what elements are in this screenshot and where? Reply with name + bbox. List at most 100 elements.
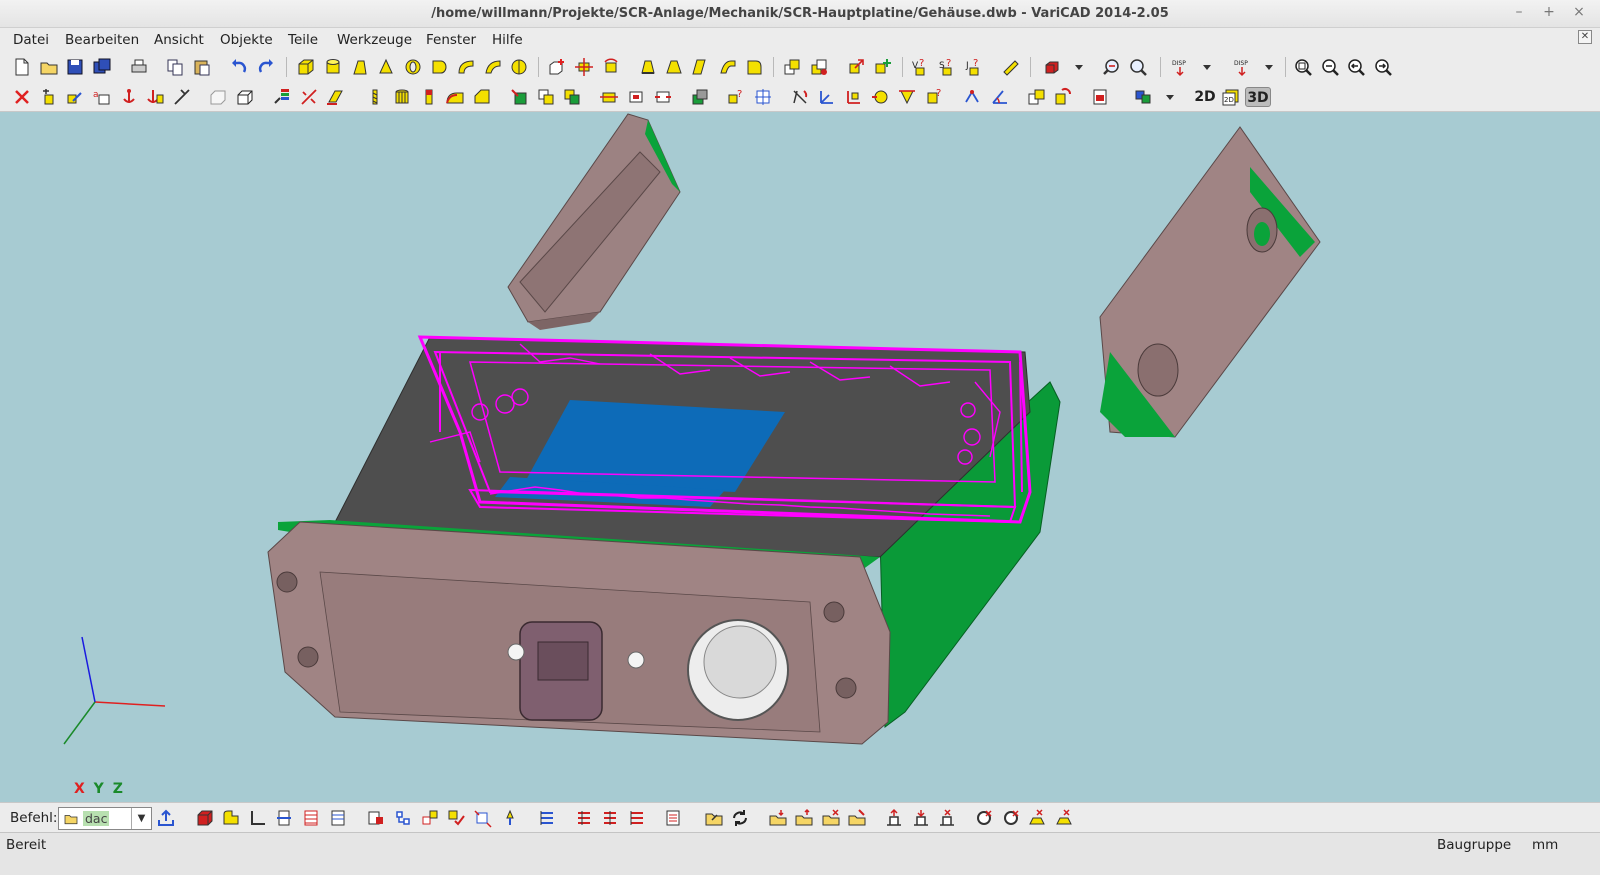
view-2d-button[interactable]: 2D [1192, 87, 1218, 107]
copy-solid-icon[interactable] [37, 85, 61, 109]
cylinder-solid-icon[interactable] [321, 55, 345, 79]
query-v-icon[interactable]: V? [909, 55, 933, 79]
revolve-solid-icon[interactable] [427, 55, 451, 79]
display-settings2-icon[interactable]: DISP [1230, 55, 1254, 79]
list-red3-cmd-icon[interactable] [625, 806, 649, 830]
helix-icon[interactable] [716, 55, 740, 79]
anchor-icon[interactable] [117, 85, 141, 109]
nut-icon[interactable] [390, 85, 414, 109]
upload-icon[interactable] [154, 806, 178, 830]
report-cmd-icon[interactable] [661, 806, 685, 830]
axis-view-icon[interactable] [815, 85, 839, 109]
insert-solid-icon[interactable] [545, 55, 569, 79]
render-mode-icon[interactable] [1040, 55, 1064, 79]
paste-icon[interactable] [190, 55, 214, 79]
cone-solid-icon[interactable] [374, 55, 398, 79]
assembly-group-icon[interactable] [560, 85, 584, 109]
housing-lid-left[interactable] [507, 113, 681, 330]
end-cap-right[interactable] [1099, 126, 1321, 438]
box-cmd-icon[interactable] [193, 806, 217, 830]
assembly-tree-dropdown[interactable] [1158, 85, 1182, 109]
query-s-icon[interactable]: S? [936, 55, 960, 79]
command-input[interactable]: dac ▼ [58, 807, 152, 830]
menu-ansicht[interactable]: Ansicht [154, 32, 204, 48]
menu-werkzeuge[interactable]: Werkzeuge [337, 32, 412, 48]
refresh-cmd-icon[interactable] [728, 806, 752, 830]
document-close-button[interactable]: ✕ [1578, 30, 1592, 44]
axis-arrow-icon[interactable] [842, 85, 866, 109]
hatch-cmd-icon[interactable] [299, 806, 323, 830]
assembly-tree-icon[interactable] [1131, 85, 1155, 109]
color-palette-icon[interactable] [270, 85, 294, 109]
tree-cmd-icon[interactable] [391, 806, 415, 830]
search-gear-cmd-icon[interactable] [972, 806, 996, 830]
zoom-previous-icon[interactable] [1099, 55, 1123, 79]
section-cut-icon[interactable] [1051, 85, 1075, 109]
wireframe-box-icon[interactable] [233, 85, 257, 109]
dimension-icon[interactable] [961, 85, 985, 109]
curve-cmd-icon[interactable] [219, 806, 243, 830]
display-settings2-dropdown[interactable] [1257, 55, 1281, 79]
section-icon[interactable] [1024, 85, 1048, 109]
box-solid-icon[interactable] [294, 55, 318, 79]
query-j-icon[interactable]: J? [963, 55, 987, 79]
bom-cmd-icon[interactable] [535, 806, 559, 830]
loft-icon[interactable] [662, 55, 686, 79]
save-all-icon[interactable] [90, 55, 114, 79]
prism-solid-icon[interactable] [348, 55, 372, 79]
list-red2-cmd-icon[interactable] [598, 806, 622, 830]
open-folder-icon[interactable] [37, 55, 61, 79]
transform-icon[interactable] [844, 55, 868, 79]
chamfer-icon[interactable] [470, 85, 494, 109]
fillet-icon[interactable] [443, 85, 467, 109]
sphere-snap-icon[interactable] [868, 85, 892, 109]
maximize-button[interactable]: + [1542, 4, 1556, 20]
file-save-cmd-icon[interactable] [792, 806, 816, 830]
extrude-icon[interactable] [636, 55, 660, 79]
align-icon[interactable] [624, 85, 648, 109]
housing-body[interactable] [267, 336, 1061, 745]
assembly-copy-icon[interactable] [534, 85, 558, 109]
section-view-cmd-icon[interactable] [272, 806, 296, 830]
boolean-cut-icon[interactable] [807, 55, 831, 79]
snap-box-icon[interactable] [751, 85, 775, 109]
move-solid-icon[interactable] [572, 55, 596, 79]
link-cmd-icon[interactable] [418, 806, 442, 830]
thread-icon[interactable] [417, 85, 441, 109]
view-3d-button[interactable]: 3D [1245, 87, 1271, 107]
menu-objekte[interactable]: Objekte [220, 32, 273, 48]
elbow-solid-icon[interactable] [481, 55, 505, 79]
corner-cmd-icon[interactable] [246, 806, 270, 830]
tree-remove-cmd-icon[interactable] [935, 806, 959, 830]
menu-bearbeiten[interactable]: Bearbeiten [65, 32, 139, 48]
tree-up-cmd-icon[interactable] [882, 806, 906, 830]
pipe-solid-icon[interactable] [454, 55, 478, 79]
display-settings-icon[interactable]: DISP [1168, 55, 1192, 79]
file-delete-cmd-icon[interactable] [819, 806, 843, 830]
mirror-icon[interactable] [597, 85, 621, 109]
tree-down-cmd-icon[interactable] [909, 806, 933, 830]
measure-ruler-icon[interactable] [999, 55, 1023, 79]
file-open-cmd-icon[interactable] [766, 806, 790, 830]
pan-left-icon[interactable] [1344, 55, 1368, 79]
torus-solid-icon[interactable] [401, 55, 425, 79]
zoom-all-icon[interactable] [1291, 55, 1315, 79]
weld-cmd-icon[interactable] [498, 806, 522, 830]
rotate-view-icon[interactable] [788, 85, 812, 109]
list-cmd-icon[interactable] [364, 806, 388, 830]
shell-icon[interactable] [742, 55, 766, 79]
clear2-cmd-icon[interactable] [1052, 806, 1076, 830]
menu-fenster[interactable]: Fenster [426, 32, 476, 48]
layer-icon[interactable] [688, 85, 712, 109]
transparent-box-icon[interactable] [206, 85, 230, 109]
dimension-angle-icon[interactable] [988, 85, 1012, 109]
delete-icon[interactable] [10, 85, 34, 109]
redo-icon[interactable] [254, 55, 278, 79]
hatch-icon[interactable] [297, 85, 321, 109]
render-mode-dropdown[interactable] [1067, 55, 1091, 79]
zoom-icon[interactable] [1126, 55, 1150, 79]
screw-icon[interactable] [363, 85, 387, 109]
edit-solid-icon[interactable] [63, 85, 87, 109]
minimize-button[interactable]: – [1512, 4, 1526, 20]
sweep-icon[interactable] [689, 55, 713, 79]
